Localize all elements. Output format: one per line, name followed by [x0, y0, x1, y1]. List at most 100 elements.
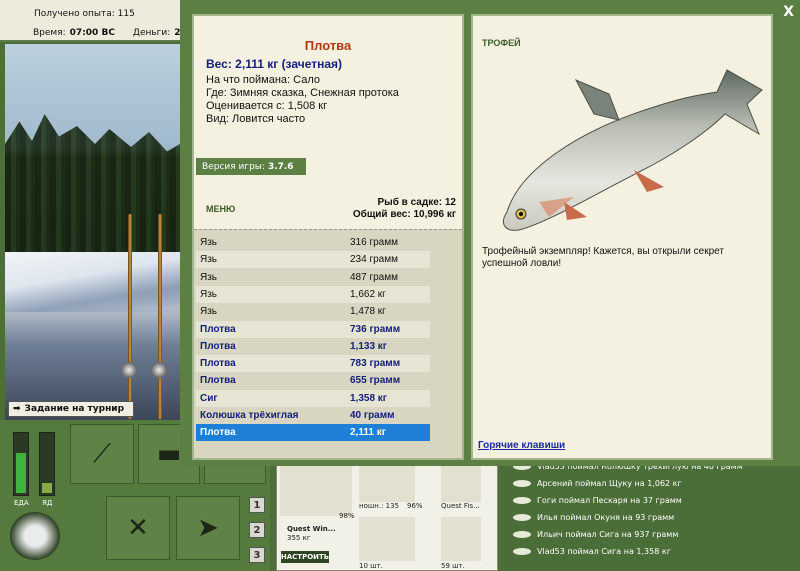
rod-percent: 98%: [339, 512, 355, 520]
feed-fish-icon: [513, 480, 531, 487]
hooks-count: 10 шт.: [359, 562, 383, 570]
tournament-task-label: Задание на турнир: [24, 404, 125, 414]
rods-tile[interactable]: ⟋: [70, 424, 134, 484]
kind-text: Вид: Ловится часто: [206, 113, 306, 125]
roach-fish-image: [503, 69, 763, 231]
fork-knife-icon: ✕: [127, 513, 149, 543]
rated-from-text: Оценивается с: 1,508 кг: [206, 100, 328, 112]
fish-tile[interactable]: ➤: [176, 496, 240, 560]
caught-on-text: На что поймана: Сало: [206, 74, 320, 86]
money-label: Деньги:: [132, 28, 171, 38]
catch-row[interactable]: Язь 487 грамм: [196, 269, 430, 286]
catch-fish-name: Плотва: [200, 427, 236, 439]
fishing-scene[interactable]: [5, 44, 185, 420]
hooks-image[interactable]: [359, 517, 415, 561]
close-button[interactable]: X: [783, 4, 794, 20]
catch-row[interactable]: Сиг 1,358 кг: [196, 389, 430, 407]
experience-label: Получено опыта:: [34, 9, 115, 19]
catch-fish-name: Колюшка трёхиглая: [200, 410, 299, 421]
location-text: Где: Зимняя сказка, Снежная протока: [206, 87, 399, 99]
slot-1-button[interactable]: 1: [249, 497, 265, 513]
catch-row[interactable]: Плотва 2,111 кг: [196, 424, 430, 442]
version-value: 3.7.6: [267, 161, 294, 172]
catch-fish-weight: 40 грамм: [350, 410, 395, 421]
line-image[interactable]: [441, 466, 481, 502]
arrow-right-icon: ➡: [13, 404, 21, 414]
fishing-rod-1[interactable]: [128, 214, 132, 419]
catch-row[interactable]: Плотва 736 грамм: [196, 320, 430, 338]
food-tile[interactable]: ✕: [106, 496, 170, 560]
feed-fish-icon: [513, 514, 531, 521]
feed-line: Гоги поймал Пескаря на 37 грамм: [537, 496, 682, 505]
bait-count: 59 шт.: [441, 562, 465, 570]
reel-image[interactable]: [359, 466, 415, 502]
catch-list: Язь 316 грамм Язь 234 грамм Язь 487 грамм Язь 1…: [194, 229, 462, 458]
catch-row[interactable]: Плотва 783 грамм: [196, 355, 430, 373]
feed-line: Ильич поймал Сига на 937 грамм: [537, 530, 679, 539]
catch-fish-name: Язь: [200, 254, 218, 266]
box-icon: ▬: [156, 439, 182, 469]
catch-fish-name: Плотва: [200, 358, 236, 370]
slot-2-button[interactable]: 2: [249, 522, 265, 538]
catch-fish-name: Сиг: [200, 392, 218, 404]
setup-button[interactable]: НАСТРОИТЬ: [281, 551, 329, 563]
trophy-message: Трофейный экземпляр! Кажется, вы открыли…: [482, 246, 724, 269]
keepnet-count: Рыб в садке: 12: [377, 197, 456, 208]
fish-info-panel: Плотва Вес: 2,111 кг (зачетная) На что п…: [192, 14, 464, 460]
poison-label: ЯД: [42, 499, 53, 507]
food-meter: [13, 432, 29, 496]
catch-fish-name: Плотва: [200, 323, 236, 335]
keepnet-dialog: X Плотва Вес: 2,111 кг (зачетная) На что…: [180, 0, 800, 466]
hotkeys-link[interactable]: Горячие клавиши: [478, 440, 565, 451]
game-version: Версия игры: 3.7.6: [196, 158, 306, 175]
tournament-task-button[interactable]: ➡ Задание на турнир: [8, 401, 134, 417]
slot-3-button[interactable]: 3: [249, 547, 265, 563]
keepnet-total-weight: Общий вес: 10,996 кг: [352, 209, 456, 220]
catch-fish-weight: 1,478 кг: [350, 306, 386, 318]
rod-image[interactable]: [280, 466, 352, 516]
feed-fish-icon: [513, 548, 531, 555]
menu-button[interactable]: МЕНЮ: [206, 204, 235, 214]
trophy-panel: ТРОФЕЙ Трофейный экземпляр! Кажется, вы …: [471, 14, 773, 460]
catch-fish-weight: 1,133 кг: [350, 340, 387, 352]
catch-fish-name: Язь: [200, 237, 218, 248]
catch-fish-weight: 736 грамм: [350, 323, 401, 335]
catch-fish-weight: 487 грамм: [350, 271, 398, 283]
time-value: 07:00 ВС: [69, 28, 115, 38]
catch-fish-weight: 316 грамм: [350, 237, 398, 248]
cauldron-icon[interactable]: [10, 512, 60, 560]
feed-fish-icon: [513, 497, 531, 504]
bait-image[interactable]: [441, 517, 481, 561]
catch-fish-name: Язь: [200, 306, 218, 318]
fish-name: Плотва: [304, 38, 352, 53]
catch-row[interactable]: Язь 1,662 кг: [196, 285, 430, 303]
fish-weight: Вес: 2,111 кг (зачетная): [206, 57, 343, 71]
catch-fish-name: Язь: [200, 288, 218, 300]
time-label: Время:: [33, 28, 66, 38]
catch-fish-name: Плотва: [200, 340, 236, 352]
catch-row[interactable]: Плотва 655 грамм: [196, 372, 430, 389]
rod-name: Quest Win...: [287, 525, 336, 533]
rod-icon: ⟋: [92, 438, 112, 469]
catch-fish-weight: 783 грамм: [350, 358, 401, 370]
catch-fish-name: Плотва: [200, 375, 236, 387]
catch-row[interactable]: Язь 316 грамм: [196, 234, 430, 251]
reel-percent: 96%: [407, 502, 423, 510]
fishing-rod-2[interactable]: [158, 214, 162, 419]
feed-line: Илья поймал Окуня на 93 грамм: [537, 513, 675, 522]
keepnet-stats: Рыб в садке: 12 Общий вес: 10,996 кг: [353, 197, 456, 221]
reel-2-icon: [151, 362, 167, 378]
catch-row[interactable]: Язь 234 грамм: [196, 251, 430, 269]
feed-line: Арсений поймал Щуку на 1,062 кг: [537, 479, 682, 488]
fish-icon: ➤: [197, 513, 219, 543]
food-label: ЕДА: [14, 499, 29, 507]
catch-fish-weight: 1,662 кг: [350, 288, 386, 300]
catch-row[interactable]: Язь 1,478 кг: [196, 303, 430, 320]
time-money-row: Время: 07:00 ВС Деньги: 28: [33, 28, 187, 38]
line-name: Quest Fis...: [441, 502, 480, 510]
experience-row: Получено опыта: 115: [34, 9, 135, 19]
feed-fish-icon: [513, 531, 531, 538]
catch-row[interactable]: Плотва 1,133 кг: [196, 338, 430, 355]
catch-fish-name: Язь: [200, 271, 218, 283]
catch-row[interactable]: Колюшка трёхиглая 40 грамм: [196, 407, 430, 424]
